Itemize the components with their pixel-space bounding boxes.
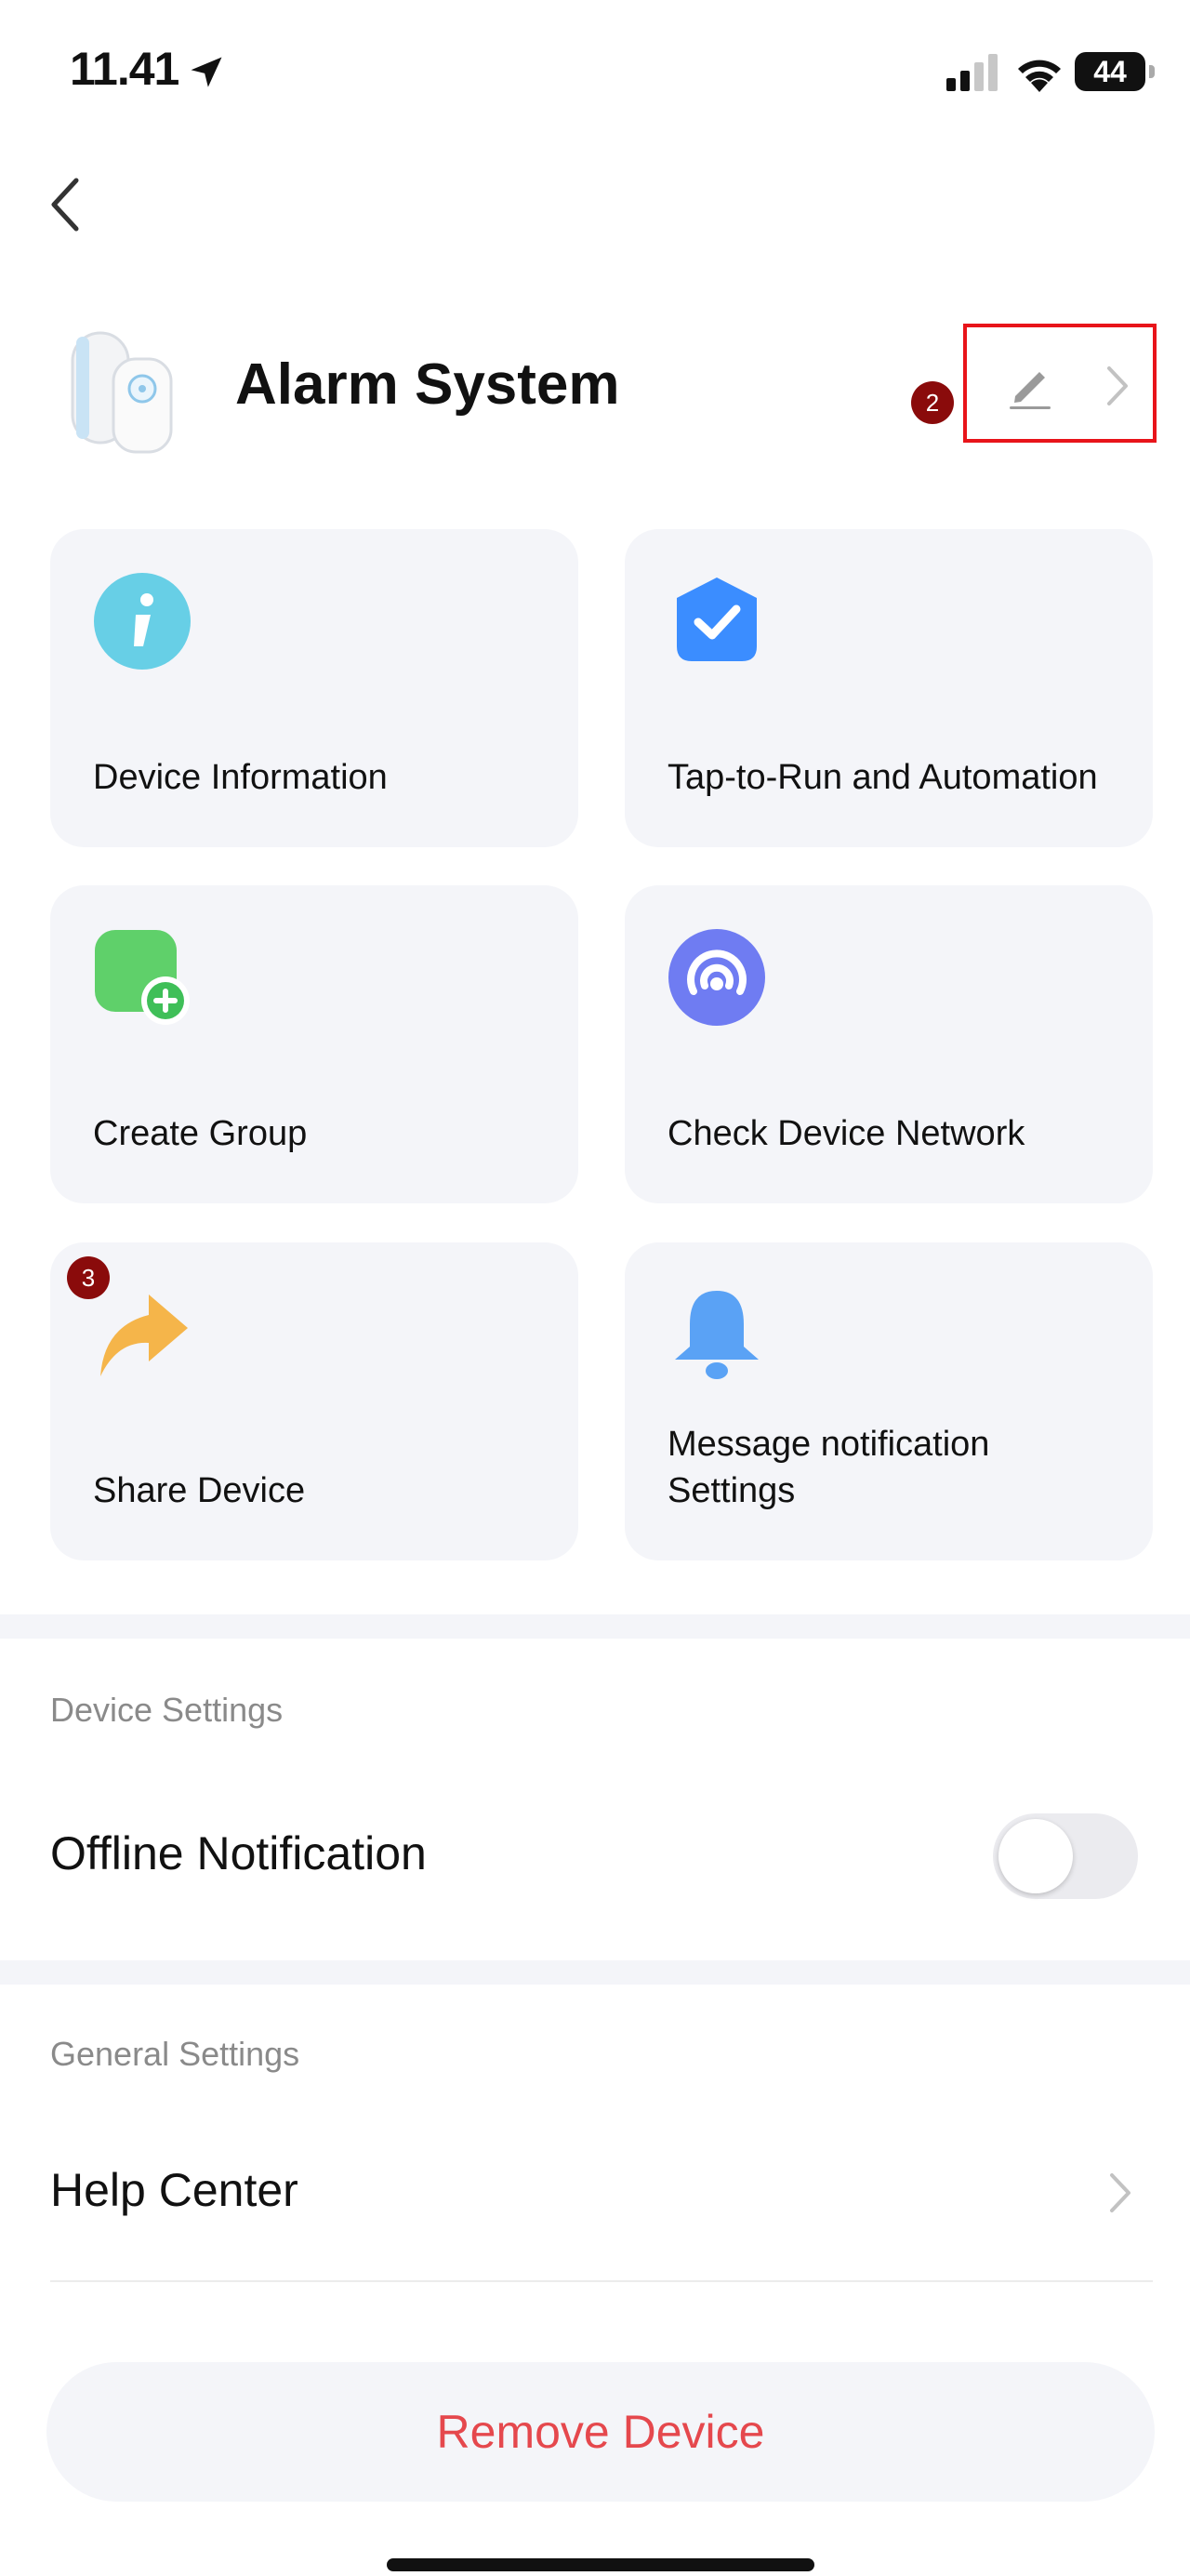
card-device-information[interactable]: Device Information xyxy=(50,529,578,847)
battery-level: 44 xyxy=(1093,54,1127,88)
section-divider xyxy=(0,1960,1190,1985)
annotation-marker-3: 3 xyxy=(67,1256,110,1299)
bell-icon xyxy=(675,1291,759,1379)
card-check-device-network[interactable]: Check Device Network xyxy=(625,885,1153,1203)
pencil-icon xyxy=(1010,372,1051,409)
card-label: Device Information xyxy=(93,758,388,797)
wifi-icon xyxy=(1018,60,1061,92)
card-create-group[interactable]: Create Group xyxy=(50,885,578,1203)
help-center-row[interactable]: Help Center xyxy=(50,2163,298,2217)
chevron-right-icon xyxy=(1107,366,1128,405)
status-time: 11.41 xyxy=(70,43,179,95)
section-title-device-settings: Device Settings xyxy=(50,1691,284,1729)
section-divider xyxy=(0,1614,1190,1639)
chevron-left-icon xyxy=(51,178,79,232)
row-divider xyxy=(50,2280,1153,2282)
back-button[interactable] xyxy=(46,172,102,237)
cellular-signal-icon xyxy=(946,54,998,91)
card-label: Message notification Settings xyxy=(668,1425,990,1510)
battery-indicator: 44 xyxy=(1075,52,1145,91)
location-arrow-icon xyxy=(191,57,222,87)
device-image xyxy=(71,331,173,454)
card-tap-to-run-automation[interactable]: Tap-to-Run and Automation xyxy=(625,529,1153,847)
device-title: Alarm System xyxy=(235,352,620,417)
add-group-icon xyxy=(95,930,190,1025)
network-icon xyxy=(668,929,765,1026)
offline-notification-toggle[interactable] xyxy=(993,1813,1138,1899)
info-icon xyxy=(94,573,191,670)
card-share-device[interactable]: Share Device xyxy=(50,1242,578,1560)
card-message-notification-settings[interactable]: Message notification Settings xyxy=(625,1242,1153,1560)
offline-notification-label: Offline Notification xyxy=(50,1827,427,1879)
remove-device-button[interactable]: Remove Device xyxy=(46,2362,1155,2502)
toggle-knob xyxy=(998,1819,1073,1893)
device-settings-screen: 11.41 44 Alarm System 2 Device Informati… xyxy=(0,0,1190,2576)
card-label: Check Device Network xyxy=(668,1114,1025,1153)
share-icon xyxy=(100,1295,188,1376)
edit-device-name-button[interactable] xyxy=(963,324,1157,443)
chevron-right-icon xyxy=(1110,2173,1130,2212)
section-title-general-settings: General Settings xyxy=(50,2035,300,2073)
shield-check-icon xyxy=(677,578,757,661)
battery-tip xyxy=(1149,65,1155,78)
annotation-marker-2: 2 xyxy=(911,381,954,424)
card-label: Tap-to-Run and Automation xyxy=(668,758,1098,797)
home-indicator xyxy=(387,2558,814,2571)
card-label: Share Device xyxy=(93,1471,306,1510)
status-bar: 11.41 44 xyxy=(0,0,1190,149)
card-label: Create Group xyxy=(93,1114,308,1153)
